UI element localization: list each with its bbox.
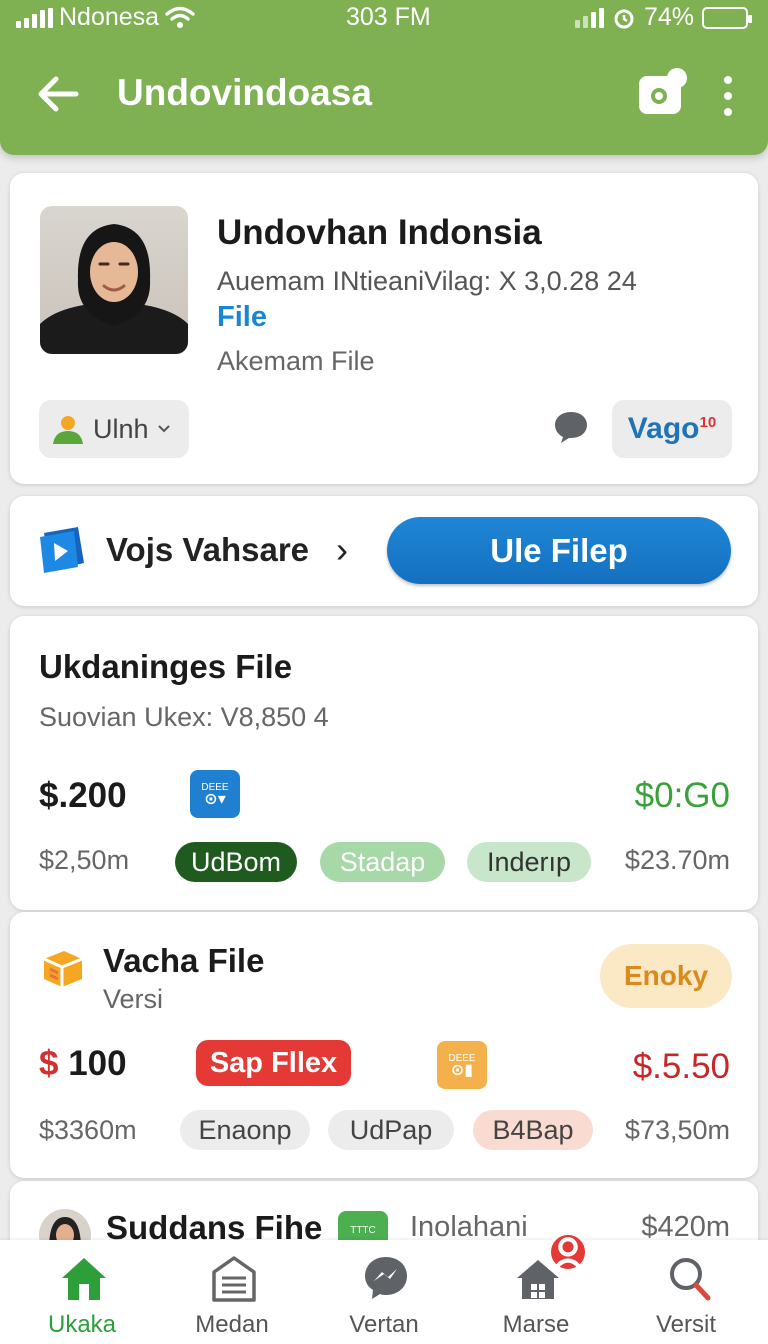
building-icon [212,1256,256,1302]
tag-pill[interactable]: Stadap [320,842,445,882]
clock: 303 FM [346,3,431,31]
carrier-label: Ndonesa [59,3,160,31]
price-left: $ 100 [39,1044,127,1084]
status-badge: Enoky [600,944,732,1008]
app-badge-label: TTTC [350,1225,376,1236]
nav-item-vertan[interactable]: Vertan [314,1240,454,1344]
tag-pill[interactable]: Inderıp [467,842,591,882]
nav-label: Vertan [349,1311,419,1338]
back-arrow-icon[interactable] [36,72,80,116]
tag-pill[interactable]: UdBom [175,842,297,882]
cell-signal-icon [574,7,604,28]
file-card[interactable]: Ukdaninges File Suovian Ukex: V8,850 4 $… [10,616,758,910]
user-icon [53,416,83,444]
avatar [40,206,188,354]
status-bar: Ndonesa 303 FM 74% [0,0,768,34]
nav-item-medan[interactable]: Medan [162,1240,302,1344]
file-title: Ukdaninges File [39,648,293,685]
file-title: Vacha File [103,942,265,979]
profile-card: Undovhan Indonsia Auemam INtieaniVilag: … [10,173,758,484]
amount-right: $23.70m [624,845,730,875]
vago-label: Vago [627,412,700,445]
bottom-navigation: Ukaka Medan Vertan Marse Versit [0,1232,768,1344]
price-symbol: $ [39,1044,59,1083]
nav-item-marse[interactable]: Marse [466,1232,606,1344]
battery-icon [702,6,752,29]
nav-item-versit[interactable]: Versit [616,1240,756,1344]
app-badge-icon: DEEE ⊙▾ [190,770,240,818]
profile-subtitle: Auemam INtieaniVilag: X 3,0.28 24 [217,266,637,296]
nav-label: Versit [655,1311,717,1338]
wifi-icon [165,6,195,28]
tag-pill[interactable]: UdPap [328,1110,454,1150]
comment-icon[interactable] [553,409,589,445]
box-icon [43,951,83,987]
nav-label: Ukaka [47,1311,117,1338]
amount-left: $3360m [39,1115,137,1145]
tag-pill[interactable]: B4Bap [473,1110,593,1150]
amount-right: $73,50m [624,1115,730,1145]
profile-file-link[interactable]: File [217,301,267,334]
top-app-bar: Ndonesa 303 FM 74% Undovindoasa [0,0,768,155]
chevron-down-icon [157,425,170,433]
search-icon [670,1258,711,1301]
notification-badge [548,1232,588,1272]
action-card: Vojs Vahsare › Ule Filep [10,496,758,606]
price-value: 100 [68,1044,127,1083]
upload-file-button[interactable]: Ule Filep [387,517,731,584]
user-dropdown-label: Ulnh [93,413,149,444]
profile-name: Undovhan Indonsia [217,213,542,252]
page-title: Undovindoasa [117,72,372,113]
price-right: $0:G0 [634,776,730,815]
camera-icon[interactable] [637,66,689,118]
tag-primary[interactable]: Sap Fllex [196,1040,351,1086]
nav-item-ukaka[interactable]: Ukaka [12,1240,152,1344]
home-icon [62,1258,106,1300]
file-card[interactable]: Vacha File Versi Enoky $ 100 Sap Fllex D… [10,912,758,1178]
user-dropdown[interactable]: Ulnh [39,400,189,458]
video-icon[interactable] [38,523,90,575]
price-left: $.200 [39,776,127,815]
battery-percent: 74% [643,3,694,31]
profile-meta: Akemam File [217,346,375,376]
file-subtitle: Versi [103,984,164,1014]
user-icon [554,1237,582,1269]
file-subtitle: Suovian Ukex: V8,850 4 [39,702,329,732]
video-share-label[interactable]: Vojs Vahsare [106,531,309,569]
amount-left: $2,50m [39,845,130,875]
messenger-icon [365,1257,407,1299]
signal-icon [16,7,53,28]
vago-button[interactable]: Vago 10 [612,400,732,458]
price-right: $.5.50 [632,1047,730,1086]
vago-superscript: 10 [699,413,717,431]
chevron-right-icon[interactable]: › [336,529,348,571]
nav-label: Medan [195,1311,269,1338]
alarm-icon [614,9,634,28]
tag-pill[interactable]: Enaonp [180,1110,310,1150]
nav-label: Marse [502,1311,570,1338]
more-options-icon[interactable] [718,76,738,116]
app-badge-icon: DEEE ⊙▮ [437,1041,487,1089]
